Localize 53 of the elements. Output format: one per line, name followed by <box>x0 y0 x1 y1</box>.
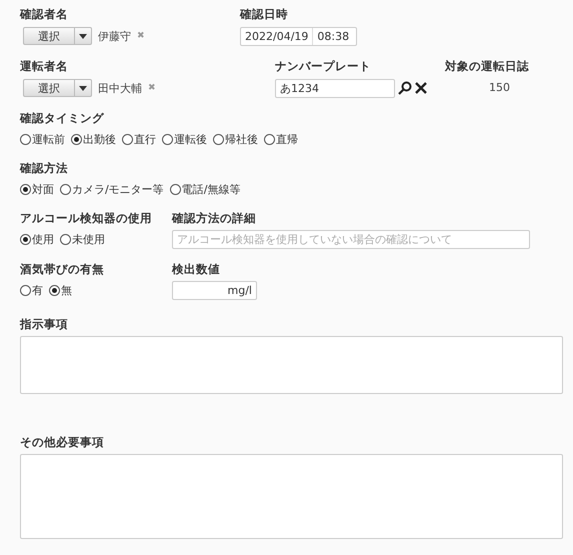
field-label: 確認日時 <box>240 6 288 22</box>
field-label: その他必要事項 <box>20 434 104 450</box>
instructions-field[interactable] <box>20 336 563 394</box>
field-label: 確認方法の詳細 <box>172 210 256 226</box>
radio-option[interactable]: 直帰 <box>264 132 298 146</box>
radio-button[interactable] <box>20 234 31 244</box>
radio-button[interactable] <box>170 184 181 194</box>
person-name: 田中大輔 <box>98 80 142 96</box>
radio-option[interactable]: 対面 <box>20 182 54 196</box>
radio-option[interactable]: 無 <box>49 282 72 298</box>
search-icon[interactable] <box>398 81 412 95</box>
radio-option[interactable]: 運転後 <box>162 132 207 146</box>
radio-option[interactable]: 有 <box>20 282 43 298</box>
radio-button[interactable] <box>264 134 275 144</box>
field-label: 酒気帯びの有無 <box>20 261 104 277</box>
datetime-field[interactable]: 2022/04/19 08:38 <box>240 26 357 46</box>
field-label: 運転者名 <box>20 58 68 74</box>
radio-button[interactable] <box>20 134 31 144</box>
radio-button[interactable] <box>20 184 31 194</box>
radio-option[interactable]: 電話/無線等 <box>170 182 240 196</box>
other-field[interactable] <box>20 454 563 539</box>
radio-button[interactable] <box>162 134 173 144</box>
caret-icon <box>79 86 87 90</box>
close-icon[interactable] <box>415 82 427 94</box>
radio-option[interactable]: 使用 <box>20 232 54 246</box>
radio-button[interactable] <box>122 134 133 144</box>
radio-button[interactable] <box>71 134 82 144</box>
plate-field[interactable]: あ1234 <box>275 78 395 98</box>
field-label: 確認者名 <box>20 6 68 22</box>
field-label: 確認方法 <box>20 160 68 176</box>
radio-button[interactable] <box>213 134 224 144</box>
caret-icon <box>79 34 87 38</box>
field-label: アルコール検知器の使用 <box>20 210 152 226</box>
radio-button[interactable] <box>60 234 71 244</box>
radio-option[interactable]: 出勤後 <box>71 132 116 146</box>
field-label: ナンバープレート <box>275 58 371 74</box>
radio-option[interactable]: 未使用 <box>60 232 105 246</box>
select-button[interactable]: 選択 <box>23 27 92 45</box>
person-name: 伊藤守 <box>98 28 131 44</box>
radio-button[interactable] <box>60 184 71 194</box>
select-button[interactable]: 選択 <box>23 79 92 97</box>
radio-option[interactable]: 運転前 <box>20 132 65 146</box>
radio-button[interactable] <box>49 284 60 296</box>
radio-option[interactable]: 帰社後 <box>213 132 258 146</box>
log-number: 150 <box>488 80 511 96</box>
reading-field[interactable]: mg/l <box>172 281 257 300</box>
radio-button[interactable] <box>20 284 31 296</box>
field-label: 指示事項 <box>20 316 68 332</box>
field-label: 検出数値 <box>172 261 220 277</box>
radio-option[interactable]: カメラ/モニター等 <box>60 182 164 196</box>
field-label: 対象の運転日誌 <box>445 58 529 74</box>
radio-option[interactable]: 直行 <box>122 132 156 146</box>
field-label: 確認タイミング <box>20 110 104 126</box>
